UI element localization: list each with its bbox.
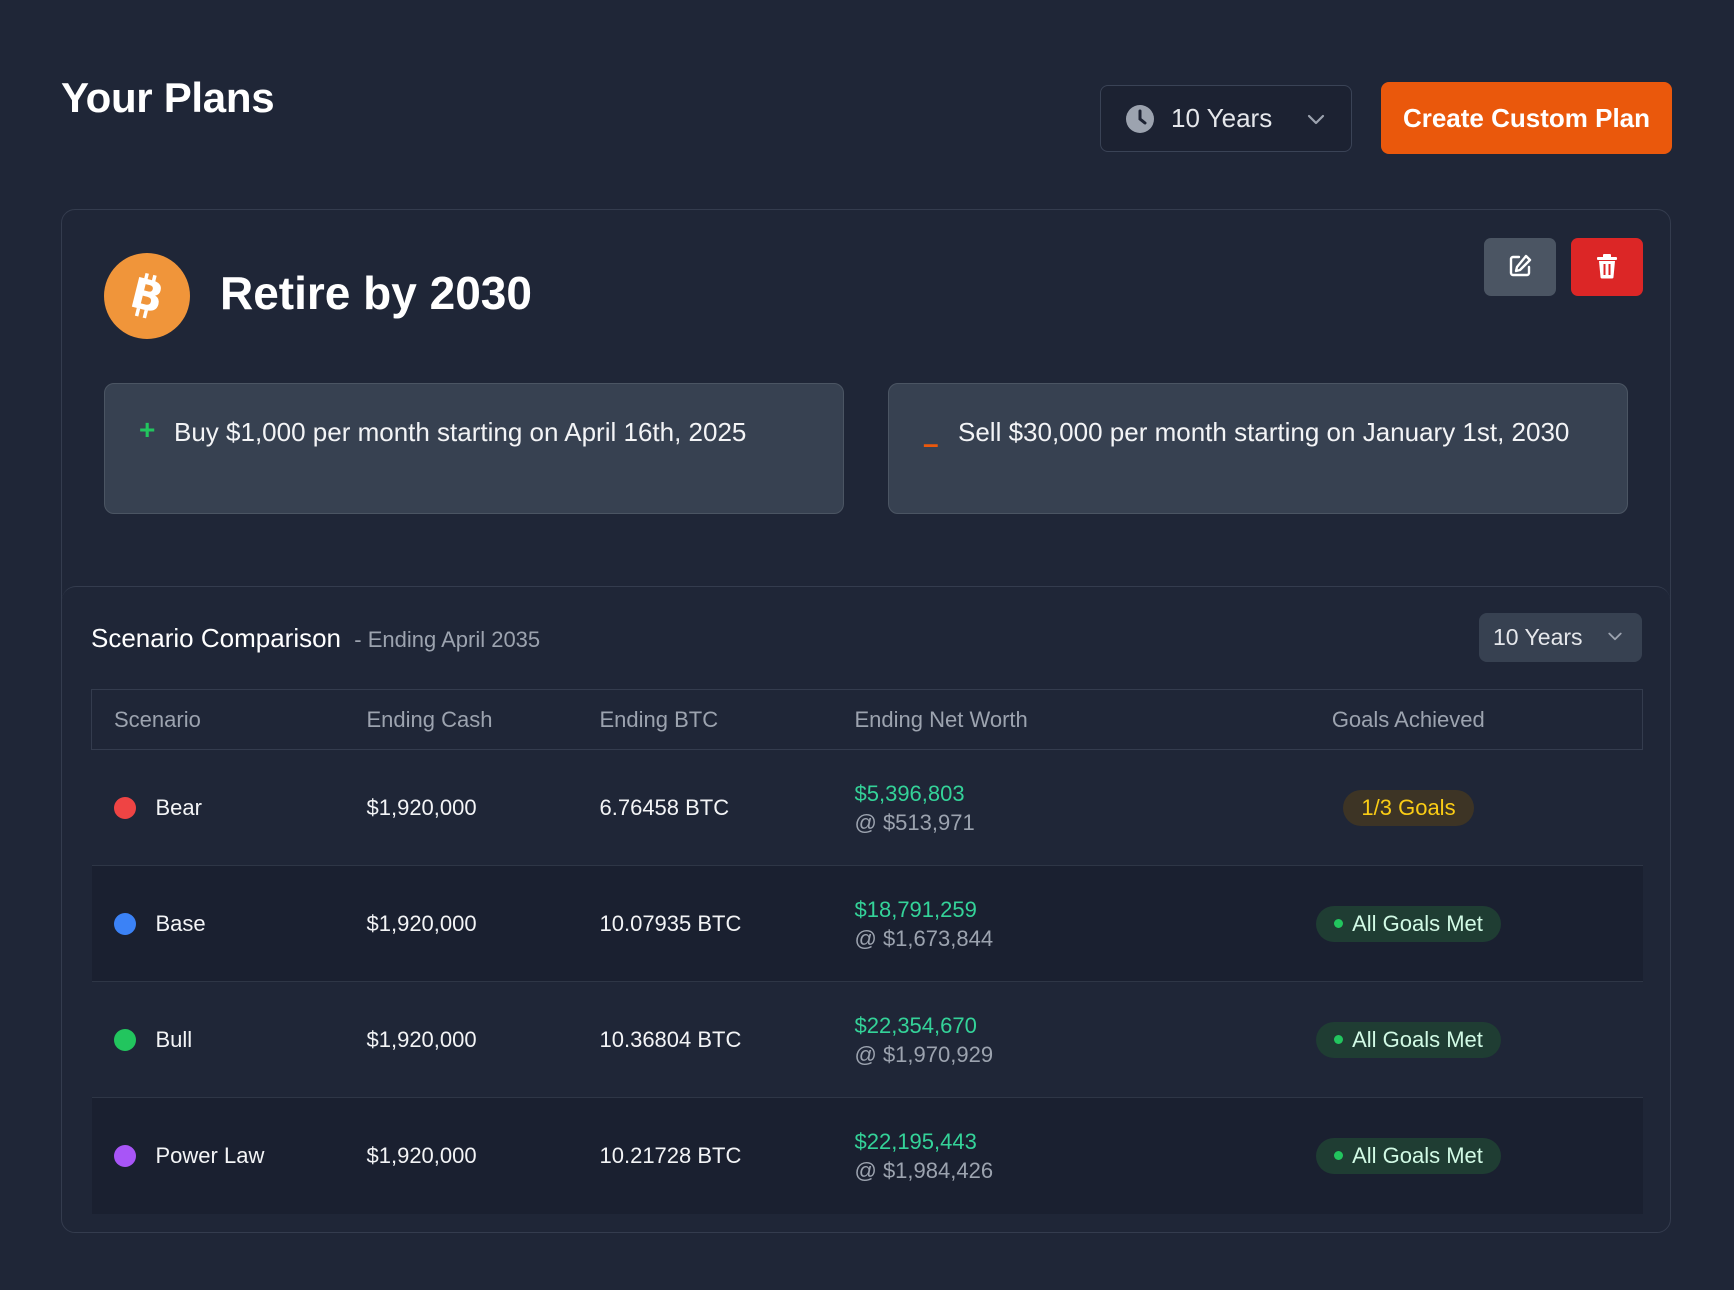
scenario-name: Base: [155, 910, 206, 936]
status-dot: [1334, 919, 1344, 928]
net-worth-cell: $18,791,259 @ $1,673,844: [854, 865, 1175, 982]
net-worth-value: $22,195,443: [854, 1128, 977, 1154]
table-header-row: Scenario Ending Cash Ending BTC Ending N…: [91, 689, 1643, 750]
buy-action-card: + Buy $1,000 per month starting on April…: [104, 383, 844, 514]
plan-card: B Retire by 2030 + Buy $1,000 per month …: [61, 209, 1671, 1233]
edit-plan-button[interactable]: [1484, 238, 1556, 296]
scenario-name: Power Law: [155, 1142, 265, 1168]
scenario-period-value: 10 Years: [1493, 624, 1583, 650]
page-title: Your Plans: [61, 74, 275, 121]
sell-action-card: – Sell $30,000 per month starting on Jan…: [888, 383, 1628, 514]
btc-price-value: @ $1,970,929: [854, 1041, 994, 1067]
scenario-comparison-heading: Scenario Comparison: [91, 623, 342, 653]
btc-price-value: @ $1,673,844: [854, 925, 994, 951]
clock-icon: [1125, 104, 1155, 134]
edit-icon: [1507, 253, 1533, 282]
table-row: Bull $1,920,000 10.36804 BTC $22,354,670…: [91, 981, 1643, 1098]
scenario-cell: Power Law: [91, 1097, 367, 1214]
scenario-table: Scenario Ending Cash Ending BTC Ending N…: [91, 689, 1643, 1214]
scenario-color-dot: [113, 796, 136, 819]
net-worth-value: $18,791,259: [854, 896, 977, 922]
scenario-comparison-title: Scenario Comparison - Ending April 2035: [91, 623, 540, 654]
scenario-cell: Base: [91, 865, 367, 982]
scenario-name: Bull: [155, 1026, 193, 1052]
ending-cash-cell: $1,920,000: [366, 1097, 600, 1214]
period-select[interactable]: 10 Years: [1100, 85, 1352, 152]
goals-text: All Goals Met: [1352, 1142, 1483, 1168]
goals-cell: 1/3 Goals: [1174, 749, 1643, 866]
ending-cash-cell: $1,920,000: [366, 981, 600, 1098]
column-header-ending-net-worth: Ending Net Worth: [854, 689, 1175, 750]
goals-badge: All Goals Met: [1316, 905, 1501, 942]
trash-icon: [1595, 253, 1619, 282]
chevron-down-icon: [1606, 627, 1628, 649]
goals-text: All Goals Met: [1352, 1026, 1483, 1052]
goals-badge: 1/3 Goals: [1343, 789, 1474, 826]
table-row: Bear $1,920,000 6.76458 BTC $5,396,803 @…: [91, 749, 1643, 866]
scenario-period-select[interactable]: 10 Years: [1479, 613, 1642, 662]
net-worth-cell: $22,354,670 @ $1,970,929: [854, 981, 1175, 1098]
buy-action-text: Buy $1,000 per month starting on April 1…: [174, 417, 747, 447]
ending-cash-cell: $1,920,000: [366, 749, 600, 866]
table-row: Base $1,920,000 10.07935 BTC $18,791,259…: [91, 865, 1643, 982]
scenario-name: Bear: [155, 794, 202, 820]
goals-text: 1/3 Goals: [1361, 794, 1456, 820]
column-header-goals-achieved: Goals Achieved: [1174, 689, 1643, 750]
plan-name: Retire by 2030: [220, 267, 532, 319]
table-row: Power Law $1,920,000 10.21728 BTC $22,19…: [91, 1097, 1643, 1214]
goals-text: All Goals Met: [1352, 910, 1483, 936]
goals-cell: All Goals Met: [1174, 981, 1643, 1098]
scenario-color-dot: [113, 1144, 136, 1167]
net-worth-cell: $22,195,443 @ $1,984,426: [854, 1097, 1175, 1214]
period-select-value: 10 Years: [1171, 103, 1273, 133]
column-header-ending-btc: Ending BTC: [599, 689, 855, 750]
btc-price-value: @ $1,984,426: [854, 1157, 994, 1183]
scenario-color-dot: [113, 1028, 136, 1051]
status-dot: [1334, 1035, 1344, 1044]
chevron-down-icon: [1305, 108, 1327, 130]
net-worth-value: $22,354,670: [854, 1012, 977, 1038]
net-worth-cell: $5,396,803 @ $513,971: [854, 749, 1175, 866]
ending-cash-cell: $1,920,000: [366, 865, 600, 982]
create-custom-plan-button[interactable]: Create Custom Plan: [1381, 82, 1672, 154]
btc-price-value: @ $513,971: [854, 809, 975, 835]
minus-icon: –: [923, 428, 939, 459]
ending-btc-cell: 6.76458 BTC: [599, 749, 855, 866]
scenario-cell: Bear: [91, 749, 367, 866]
column-header-scenario: Scenario: [91, 689, 367, 750]
plus-icon: +: [139, 414, 156, 445]
scenario-comparison-subtitle: - Ending April 2035: [354, 627, 541, 652]
scenario-color-dot: [113, 912, 136, 935]
ending-btc-cell: 10.21728 BTC: [599, 1097, 855, 1214]
ending-btc-cell: 10.36804 BTC: [599, 981, 855, 1098]
net-worth-value: $5,396,803: [854, 780, 965, 806]
goals-badge: All Goals Met: [1316, 1137, 1501, 1174]
column-header-ending-cash: Ending Cash: [366, 689, 600, 750]
sell-action-text: Sell $30,000 per month starting on Janua…: [958, 417, 1570, 447]
scenario-cell: Bull: [91, 981, 367, 1098]
scenario-comparison-panel: Scenario Comparison - Ending April 2035 …: [62, 586, 1670, 1232]
goals-badge: All Goals Met: [1316, 1021, 1501, 1058]
ending-btc-cell: 10.07935 BTC: [599, 865, 855, 982]
delete-plan-button[interactable]: [1571, 238, 1643, 296]
status-dot: [1334, 1151, 1344, 1161]
goals-cell: All Goals Met: [1174, 865, 1643, 982]
bitcoin-icon: B: [104, 253, 190, 339]
page: Your Plans 10 Years Create Custom Plan B: [0, 0, 1734, 1290]
goals-cell: All Goals Met: [1174, 1097, 1643, 1214]
